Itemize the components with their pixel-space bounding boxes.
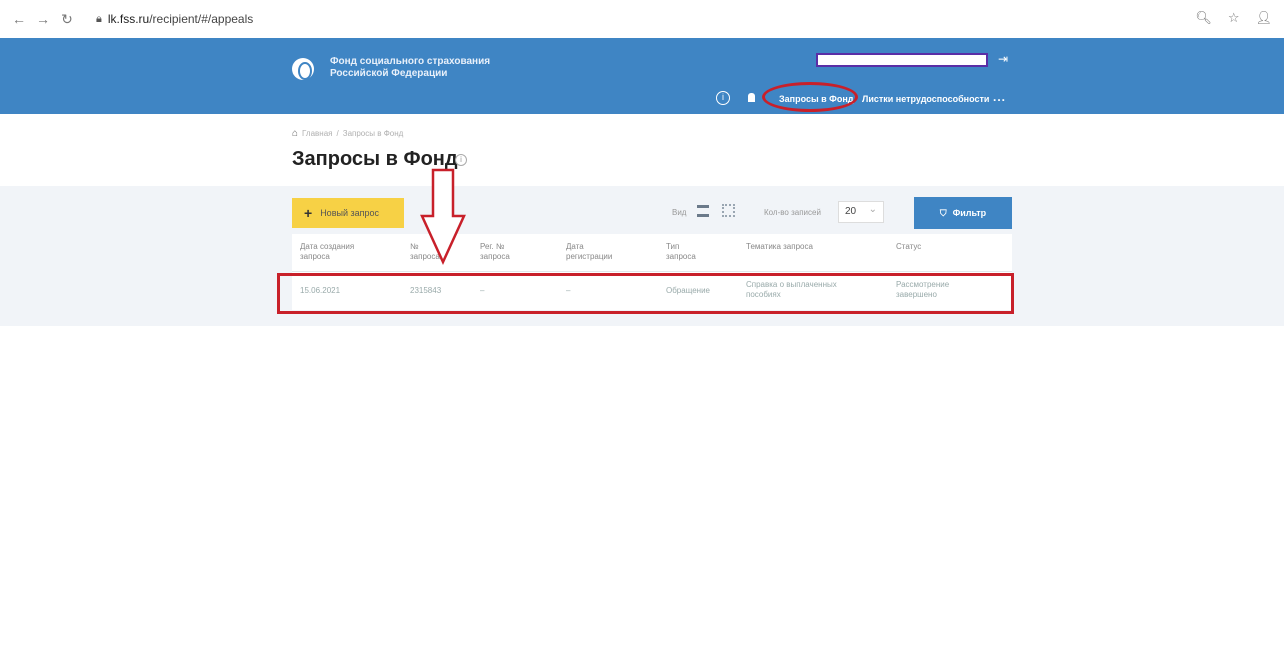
per-page-select[interactable]: 20 <box>838 201 884 223</box>
col-type[interactable]: Тип запроса <box>658 234 738 271</box>
new-request-label: Новый запрос <box>320 208 379 218</box>
back-icon[interactable]: ← <box>10 11 28 27</box>
bell-icon[interactable] <box>748 93 755 102</box>
info-icon[interactable]: i <box>716 91 730 105</box>
col-created-line2: запроса <box>300 252 330 261</box>
profile-icon[interactable]: 👤︎ <box>1255 10 1272 26</box>
forward-icon[interactable]: → <box>34 11 52 27</box>
title-info-icon[interactable]: i <box>455 154 467 166</box>
star-icon[interactable]: ☆ <box>1228 10 1240 26</box>
url-path: /recipient/#/appeals <box>149 12 254 26</box>
user-name-field[interactable] <box>816 53 988 67</box>
nav-sick-leave[interactable]: Листки нетрудоспособности <box>862 94 989 104</box>
per-page-label: Кол-во записей <box>764 208 821 217</box>
nav-more-button[interactable]: ... <box>993 90 1006 104</box>
new-request-button[interactable]: + Новый запрос <box>292 198 404 228</box>
col-reg-date-line1: Дата <box>566 242 584 251</box>
col-topic-line1: Тематика запроса <box>746 242 813 251</box>
col-type-line1: Тип <box>666 242 680 251</box>
breadcrumb-separator: / <box>336 129 339 138</box>
col-status-line1: Статус <box>896 242 922 251</box>
logout-icon[interactable]: ⇥ <box>998 52 1008 66</box>
col-created-line1: Дата создания <box>300 242 355 251</box>
breadcrumb-current: Запросы в Фонд <box>342 129 404 138</box>
col-reg-number-line1: Рег. № <box>480 242 505 251</box>
filter-button[interactable]: ⛉ Фильтр <box>914 197 1012 229</box>
filter-label: Фильтр <box>952 208 987 218</box>
col-reg-date-line2: регистрации <box>566 252 613 261</box>
site-header: Фонд социального страхования Российской … <box>0 38 1284 114</box>
highlight-oval <box>762 82 858 112</box>
url-domain: lk.fss.ru <box>107 12 150 26</box>
col-type-line2: запроса <box>666 252 696 261</box>
org-name[interactable]: Фонд социального страхования Российской … <box>330 56 490 80</box>
col-status[interactable]: Статус <box>888 234 1012 271</box>
reload-icon[interactable]: ↻ <box>58 11 76 28</box>
browser-toolbar: ← → ↻ 🔒︎ lk.fss.ru/recipient/#/appeals 🔍… <box>0 0 1284 38</box>
breadcrumb: ⌂ Главная / Запросы в Фонд <box>292 128 403 139</box>
org-name-line2: Российской Федерации <box>330 68 448 79</box>
content-lower <box>0 326 1284 652</box>
home-icon[interactable]: ⌂ <box>292 128 298 139</box>
table-header: Дата создания запроса № запроса Рег. № запр… <box>292 234 1012 272</box>
lock-icon[interactable]: 🔒︎ <box>96 13 102 26</box>
col-reg-number-line2: запроса <box>480 252 510 261</box>
zoom-icon[interactable]: 🔍︎ <box>1195 10 1212 26</box>
grid-view-icon[interactable] <box>722 204 735 217</box>
filter-icon: ⛉ <box>939 207 947 218</box>
col-reg-date[interactable]: Дата регистрации <box>558 234 658 271</box>
row-highlight-box <box>277 273 1014 314</box>
list-view-icon[interactable] <box>697 205 709 217</box>
address-bar[interactable]: lk.fss.ru/recipient/#/appeals <box>108 12 253 26</box>
org-name-line1: Фонд социального страхования <box>330 56 491 67</box>
col-reg-number[interactable]: Рег. № запроса <box>472 234 558 271</box>
breadcrumb-home[interactable]: Главная <box>302 129 332 138</box>
col-created[interactable]: Дата создания запроса <box>292 234 402 271</box>
fss-logo-icon[interactable] <box>292 58 314 80</box>
view-label: Вид <box>672 208 687 217</box>
down-arrow-annotation <box>420 168 466 266</box>
plus-icon: + <box>304 205 313 221</box>
col-topic[interactable]: Тематика запроса <box>738 234 888 271</box>
